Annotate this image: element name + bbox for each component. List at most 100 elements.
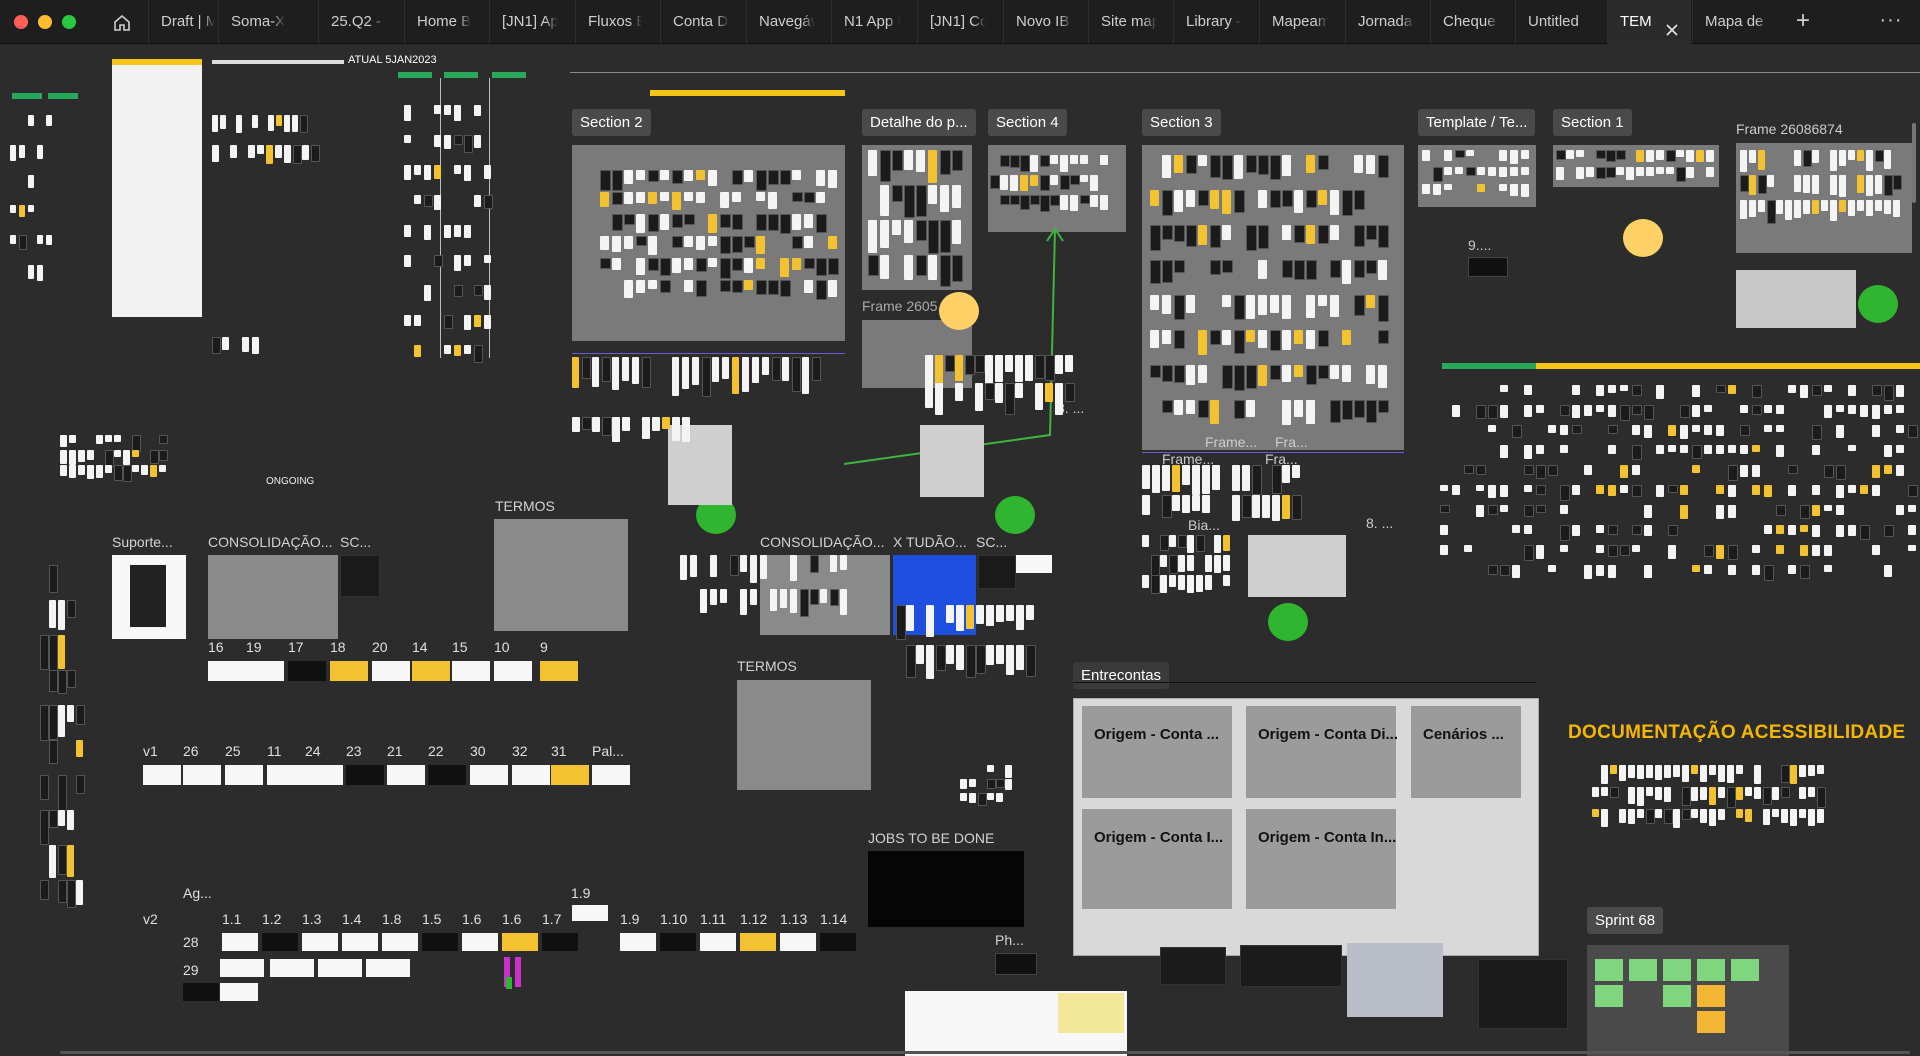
wireframe-screen[interactable]	[1186, 365, 1195, 386]
wireframe-screen[interactable]	[114, 450, 121, 457]
wireframe-screen[interactable]	[1857, 150, 1864, 161]
wireframe-screen[interactable]	[612, 258, 621, 271]
frame-thumbnail[interactable]	[542, 933, 578, 951]
wireframe-screen[interactable]	[660, 280, 671, 293]
wireframe-screen[interactable]	[840, 589, 847, 615]
wireframe-screen[interactable]	[732, 170, 743, 185]
wireframe-screen[interactable]	[1222, 260, 1233, 274]
wireframe-screen[interactable]	[1596, 150, 1606, 159]
frame-thumbnail[interactable]	[422, 933, 458, 951]
wireframe-screen[interactable]	[1749, 150, 1756, 163]
wireframe-screen[interactable]	[720, 280, 731, 292]
wireframe-screen[interactable]	[1704, 545, 1714, 558]
wireframe-screen[interactable]	[1488, 505, 1498, 515]
wireframe-screen[interactable]	[1342, 365, 1351, 382]
wireframe-screen[interactable]	[1799, 787, 1806, 800]
wireframe-screen[interactable]	[1860, 405, 1868, 418]
wireframe-screen[interactable]	[1440, 505, 1450, 514]
sticky-note[interactable]	[1595, 985, 1623, 1007]
wireframe-screen[interactable]	[1258, 330, 1267, 349]
wireframe-screen[interactable]	[67, 600, 76, 618]
wireframe-screen[interactable]	[956, 645, 964, 670]
wireframe-screen[interactable]	[1422, 184, 1430, 194]
wireframe-screen[interactable]	[662, 417, 670, 430]
wireframe-screen[interactable]	[1620, 485, 1628, 493]
wireframe-screen[interactable]	[1700, 809, 1707, 824]
wireframe-screen[interactable]	[1632, 445, 1642, 460]
wireframe-screen[interactable]	[1754, 787, 1761, 800]
wireframe-screen[interactable]	[67, 880, 76, 908]
wireframe-screen[interactable]	[1608, 385, 1616, 394]
wireframe-screen[interactable]	[424, 285, 431, 302]
section-1-title[interactable]: Section 1	[1553, 109, 1632, 136]
frame-thumbnail[interactable]	[302, 933, 338, 951]
wireframe-screen[interactable]	[762, 357, 769, 376]
wireframe-screen[interactable]	[750, 589, 757, 606]
wireframe-screen[interactable]	[1342, 190, 1353, 217]
wireframe-screen[interactable]	[1433, 184, 1441, 195]
wireframe-screen[interactable]	[790, 555, 797, 581]
frame-thumbnail[interactable]	[700, 933, 736, 951]
frame-thumbnail[interactable]	[246, 661, 284, 681]
wireframe-screen[interactable]	[652, 417, 660, 431]
wireframe-screen[interactable]	[1872, 385, 1882, 396]
wireframe-screen[interactable]	[684, 258, 693, 271]
wireframe-screen[interactable]	[1884, 405, 1892, 414]
wireframe-screen[interactable]	[708, 236, 717, 246]
wireframe-screen[interactable]	[1716, 485, 1724, 495]
wireframe-screen[interactable]	[772, 357, 781, 382]
frame-thumbnail[interactable]	[262, 933, 298, 951]
wireframe-screen[interactable]	[49, 565, 58, 593]
wireframe-screen[interactable]	[985, 383, 995, 401]
wireframe-screen[interactable]	[1884, 465, 1892, 475]
wireframe-screen[interactable]	[1378, 225, 1389, 248]
wireframe-screen[interactable]	[1704, 565, 1712, 574]
wireframe-screen[interactable]	[960, 793, 967, 802]
wireframe-screen[interactable]	[1896, 385, 1904, 398]
wireframe-screen[interactable]	[1318, 365, 1329, 380]
wireframe-screen[interactable]	[49, 810, 58, 829]
wireframe-screen[interactable]	[1000, 175, 1008, 191]
wireframe-screen[interactable]	[730, 555, 739, 576]
wireframe-screen[interactable]	[1803, 150, 1812, 167]
wireframe-screen[interactable]	[1035, 355, 1045, 379]
wireframe-screen[interactable]	[1560, 485, 1570, 501]
wireframe-screen[interactable]	[1198, 365, 1207, 384]
wireframe-screen[interactable]	[474, 345, 483, 363]
wireframe-screen[interactable]	[1294, 260, 1305, 281]
wireframe-screen[interactable]	[1824, 565, 1832, 573]
wireframe-screen[interactable]	[1839, 175, 1846, 197]
wireframe-screen[interactable]	[1182, 495, 1190, 513]
wireframe-screen[interactable]	[1100, 195, 1108, 210]
wireframe-screen[interactable]	[1646, 765, 1653, 779]
wireframe-screen[interactable]	[1626, 167, 1634, 180]
wireframe-screen[interactable]	[1234, 330, 1245, 355]
wireframe-screen[interactable]	[600, 170, 611, 191]
wireframe-screen[interactable]	[1234, 295, 1245, 321]
wireframe-screen[interactable]	[1512, 565, 1520, 578]
wireframe-screen[interactable]	[906, 645, 916, 679]
wireframe-screen[interactable]	[700, 589, 707, 614]
wireframe-screen[interactable]	[1160, 535, 1169, 552]
thumbnail[interactable]	[183, 983, 219, 1001]
wireframe-screen[interactable]	[969, 779, 976, 788]
sticky-note[interactable]	[1629, 959, 1657, 981]
wireframe-screen[interactable]	[1222, 295, 1231, 307]
wireframe-screen[interactable]	[1005, 383, 1015, 415]
wireframe-screen[interactable]	[1192, 465, 1200, 496]
wireframe-screen[interactable]	[1040, 175, 1050, 192]
wireframe-screen[interactable]	[1763, 809, 1770, 826]
wireframe-screen[interactable]	[880, 255, 889, 280]
wireframe-screen[interactable]	[1500, 505, 1508, 512]
wireframe-screen[interactable]	[904, 150, 913, 170]
tab-conta-di[interactable]: Conta Di	[660, 0, 732, 44]
wireframe-screen[interactable]	[1560, 425, 1568, 435]
wireframe-screen[interactable]	[690, 555, 697, 578]
wireframe-screen[interactable]	[1232, 495, 1240, 522]
wireframe-screen[interactable]	[1440, 485, 1448, 492]
wireframe-screen[interactable]	[1908, 525, 1916, 535]
wireframe-screen[interactable]	[28, 205, 34, 213]
wireframe-screen[interactable]	[19, 205, 25, 218]
wireframe-screen[interactable]	[712, 357, 719, 383]
wireframe-screen[interactable]	[1464, 545, 1472, 553]
